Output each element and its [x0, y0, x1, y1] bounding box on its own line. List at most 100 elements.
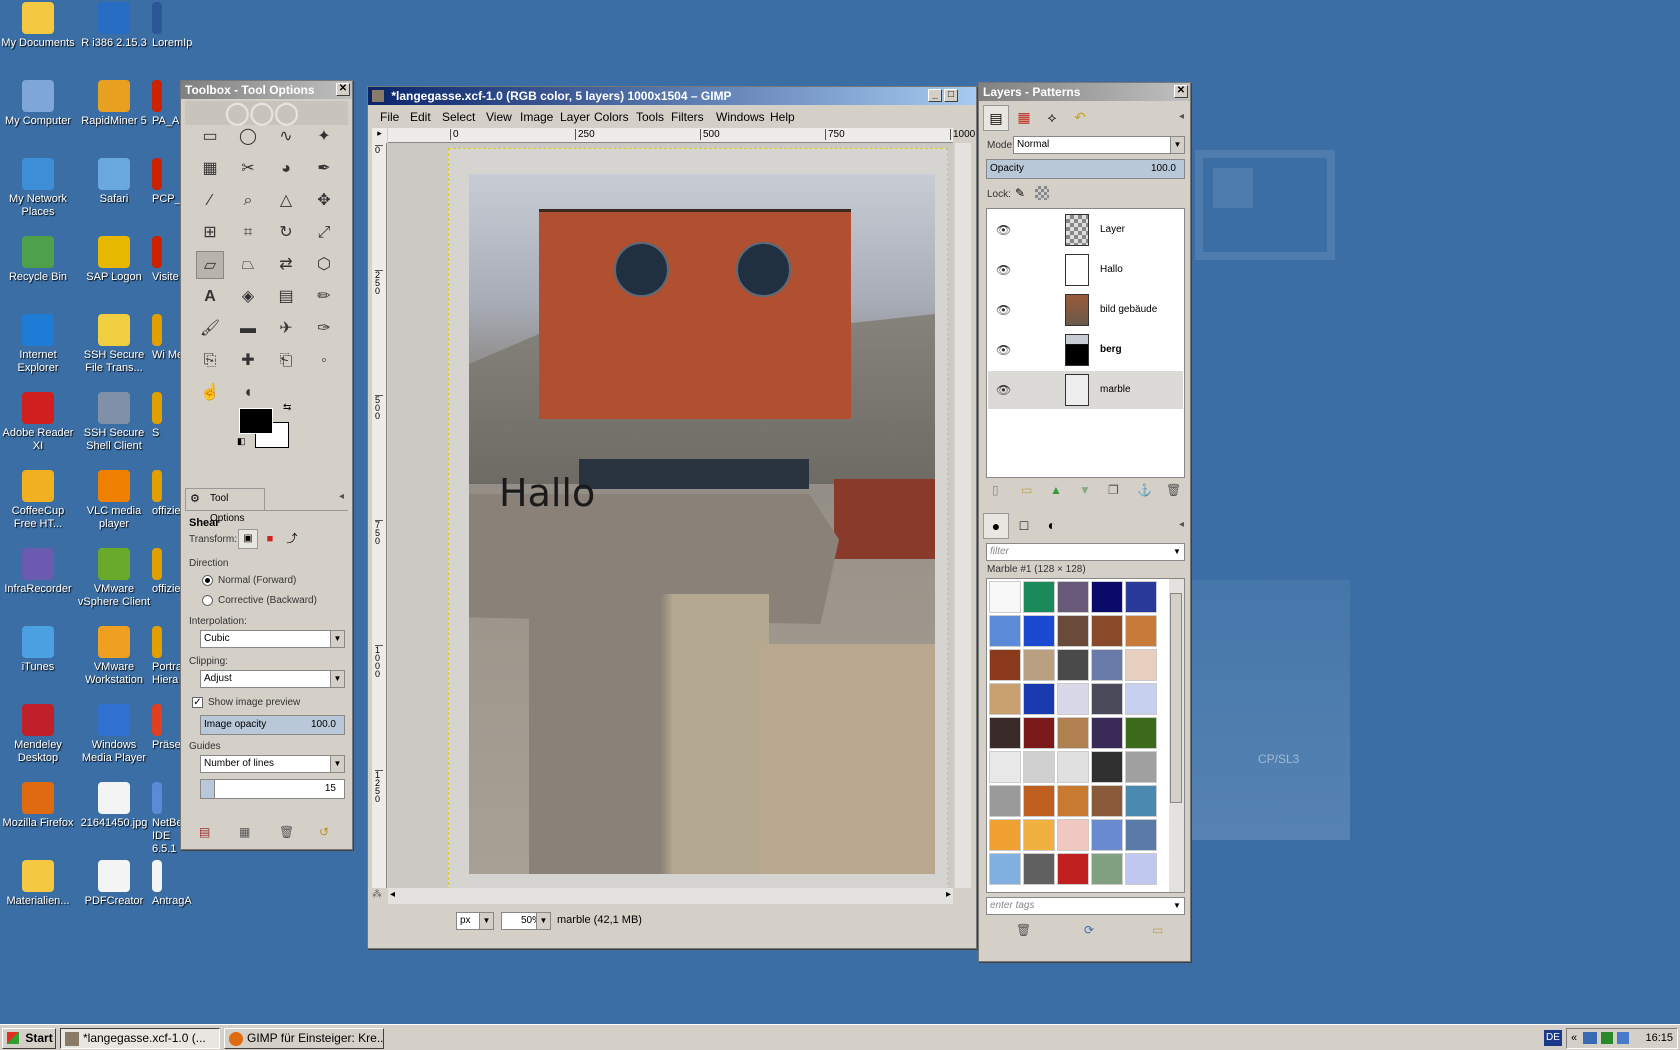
filter-input[interactable]: filter ▼ [986, 543, 1185, 561]
direction-backward-radio[interactable] [202, 595, 213, 606]
desktop-icon[interactable]: SAP Logon [76, 236, 152, 284]
pattern-swatch[interactable] [1023, 717, 1055, 749]
transform-layer-button[interactable]: ▣ [238, 529, 258, 549]
interpolation-select[interactable]: Cubic ▼ [200, 630, 345, 648]
pattern-swatch[interactable] [1057, 615, 1089, 647]
new-layer-icon[interactable]: ▯ [992, 483, 999, 497]
pattern-swatch[interactable] [1023, 751, 1055, 783]
tool-options-tab[interactable]: ⚙ Tool Options [185, 488, 265, 524]
patterns-tab[interactable]: □ [1011, 513, 1037, 539]
transform-selection-button[interactable]: ■ [261, 530, 279, 548]
delete-pattern-icon[interactable]: 🗑 [1016, 923, 1031, 937]
pattern-swatch[interactable] [1057, 649, 1089, 681]
pattern-swatch[interactable] [1125, 649, 1157, 681]
menu-windows[interactable]: Windows [716, 110, 765, 124]
pattern-swatch[interactable] [1091, 615, 1123, 647]
desktop-icon[interactable]: Materialien... [0, 860, 76, 908]
cage-transform-tool-icon[interactable]: ⬡ [310, 251, 338, 279]
pattern-swatch[interactable] [1125, 615, 1157, 647]
perspective-clone-tool-icon[interactable]: ⎗ [272, 347, 300, 375]
minimize-button[interactable]: _ [928, 89, 942, 102]
tab-menu-icon[interactable]: ◂ [1179, 111, 1184, 122]
pattern-swatch[interactable] [1023, 683, 1055, 715]
pattern-swatch[interactable] [989, 819, 1021, 851]
desktop-icon[interactable]: CoffeeCup Free HT... [0, 470, 76, 531]
gradients-tab[interactable]: ◐ [1039, 513, 1065, 539]
eraser-tool-icon[interactable]: ▬ [234, 315, 262, 343]
pattern-swatch[interactable] [1125, 751, 1157, 783]
quick-mask-icon[interactable]: ⁂ [372, 889, 382, 900]
pattern-swatch[interactable] [1091, 751, 1123, 783]
zoom-select[interactable]: 50% ▼ [501, 912, 551, 930]
pattern-swatch[interactable] [1057, 751, 1089, 783]
image-canvas[interactable]: Hallo [448, 148, 948, 888]
ruler-horizontal[interactable]: 0 250 500 750 1000 [388, 128, 975, 143]
tray-expand-icon[interactable]: « [1571, 1029, 1577, 1048]
pattern-scrollbar[interactable] [1169, 579, 1184, 892]
pencil-tool-icon[interactable]: ✏ [310, 283, 338, 311]
vertical-scrollbar[interactable] [955, 143, 971, 888]
pattern-swatch[interactable] [1057, 785, 1089, 817]
menu-file[interactable]: File [380, 110, 399, 124]
scroll-left-icon[interactable]: ◂ [390, 889, 395, 900]
free-select-tool-icon[interactable]: ∿ [272, 123, 300, 151]
rect-select-tool-icon[interactable]: ▭ [196, 123, 224, 151]
tab-menu-icon[interactable]: ◂ [1179, 519, 1184, 530]
bucket-fill-tool-icon[interactable]: ◈ [234, 283, 262, 311]
language-indicator[interactable]: DE [1544, 1030, 1562, 1046]
perspective-tool-icon[interactable]: ⏢ [234, 251, 262, 279]
pattern-swatch[interactable] [989, 751, 1021, 783]
eye-icon[interactable]: 👁 [996, 303, 1011, 317]
horizontal-scrollbar[interactable]: ◂ ▸ [388, 888, 953, 904]
default-colors-icon[interactable]: ◧ [237, 436, 246, 447]
rotate-tool-icon[interactable]: ↻ [272, 219, 300, 247]
ruler-vertical[interactable]: 0 250 500 750 1000 1250 [372, 143, 387, 888]
canvas[interactable]: Hallo [388, 143, 953, 888]
desktop-icon[interactable]: Windows Media Player [76, 704, 152, 765]
pattern-swatch[interactable] [1023, 649, 1055, 681]
pattern-swatch[interactable] [1125, 581, 1157, 613]
pattern-swatch[interactable] [989, 717, 1021, 749]
menu-select[interactable]: Select [442, 110, 475, 124]
tab-menu-icon[interactable]: ◂ [339, 491, 344, 502]
maximize-button[interactable]: □ [944, 89, 958, 102]
delete-layer-icon[interactable]: 🗑 [1166, 483, 1181, 497]
pattern-swatch[interactable] [1091, 683, 1123, 715]
scrollbar-thumb[interactable] [1170, 593, 1182, 803]
zoom-tool-icon[interactable]: ⌕ [234, 187, 262, 215]
crop-tool-icon[interactable]: ⌗ [234, 219, 262, 247]
align-tool-icon[interactable]: ⊞ [196, 219, 224, 247]
transform-path-button[interactable]: ⤴ [283, 530, 301, 548]
desktop-icon[interactable]: Safari [76, 158, 152, 206]
scroll-right-icon[interactable]: ▸ [946, 889, 951, 900]
pattern-swatch[interactable] [1091, 717, 1123, 749]
desktop-icon[interactable]: VMware vSphere Client [76, 548, 152, 609]
desktop-icon[interactable]: Internet Explorer [0, 314, 76, 375]
refresh-patterns-icon[interactable]: ⟳ [1084, 923, 1094, 937]
measure-tool-icon[interactable]: △ [272, 187, 300, 215]
pattern-swatch[interactable] [1057, 717, 1089, 749]
pattern-swatch[interactable] [1091, 581, 1123, 613]
airbrush-tool-icon[interactable]: ✈ [272, 315, 300, 343]
blur-tool-icon[interactable]: ◦ [310, 347, 338, 375]
brushes-tab[interactable]: ● [983, 513, 1009, 539]
layer-row[interactable]: 👁 Layer [988, 211, 1183, 249]
close-button[interactable]: ✕ [336, 83, 350, 96]
move-tool-icon[interactable]: ✥ [310, 187, 338, 215]
lines-count-slider[interactable]: 15 [200, 779, 345, 799]
menu-edit[interactable]: Edit [410, 110, 431, 124]
pattern-swatch[interactable] [1023, 853, 1055, 885]
eye-icon[interactable]: 👁 [996, 343, 1011, 357]
menu-colors[interactable]: Colors [594, 110, 629, 124]
direction-forward-radio[interactable] [202, 575, 213, 586]
image-window-titlebar[interactable]: *langegasse.xcf-1.0 (RGB color, 5 layers… [368, 87, 976, 105]
clock[interactable]: 16:15 [1645, 1029, 1673, 1048]
ink-tool-icon[interactable]: ✑ [310, 315, 338, 343]
pattern-swatch[interactable] [989, 649, 1021, 681]
paintbrush-tool-icon[interactable]: 🖌 [196, 315, 224, 343]
foreground-color[interactable] [239, 408, 273, 434]
task-button-firefox[interactable]: GIMP für Einsteiger: Kre... [224, 1028, 384, 1049]
mode-select[interactable]: Normal ▼ [1013, 136, 1185, 154]
eye-icon[interactable]: 👁 [996, 223, 1011, 237]
pattern-swatch[interactable] [989, 785, 1021, 817]
